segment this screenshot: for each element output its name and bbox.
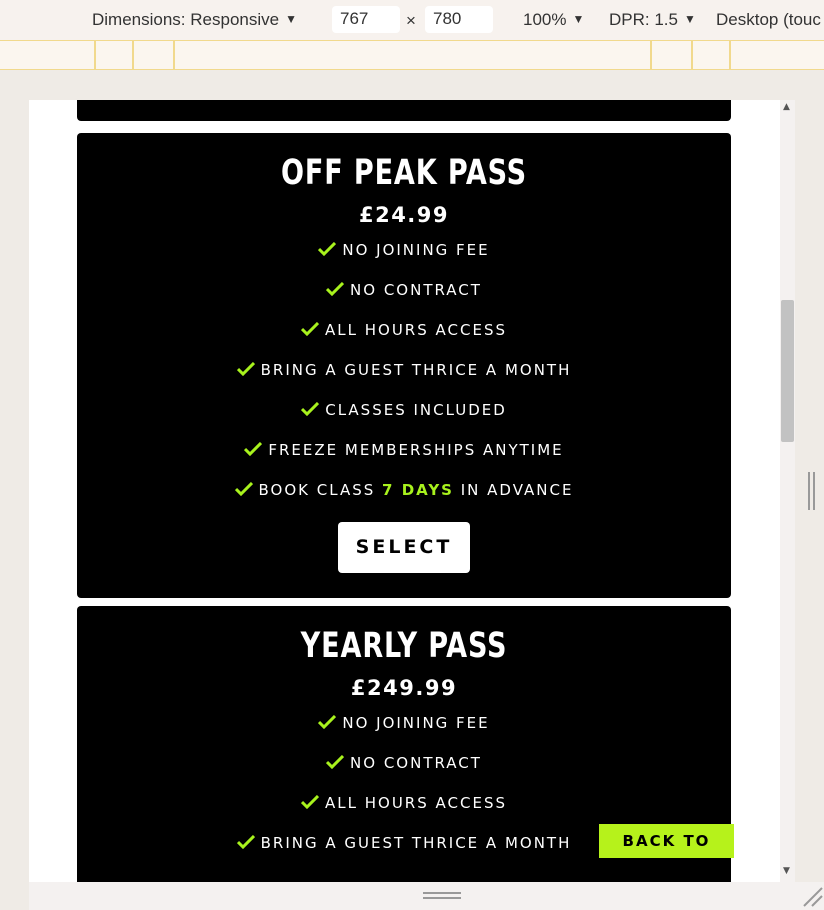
check-icon (326, 282, 345, 296)
feature-list: NO JOINING FEE NO CONTRACT ALL HOURS ACC… (77, 230, 731, 510)
feature-text: BOOK CLASS (258, 481, 383, 499)
ruler-tick (650, 41, 652, 69)
width-input[interactable]: 767 (332, 6, 400, 33)
check-icon (301, 322, 319, 336)
feature-text: BRING A GUEST THRICE A MONTH (260, 834, 572, 852)
height-input[interactable]: 780 (425, 6, 493, 33)
card-price: £249.99 (350, 676, 458, 700)
dpr-dropdown[interactable]: DPR: 1.5 ▼ (609, 10, 696, 30)
feature-text: NO JOINING FEE (342, 241, 490, 259)
scroll-down-arrow-icon[interactable]: ▼ (783, 866, 790, 876)
scrollbar-thumb[interactable] (781, 300, 794, 442)
feature-text: NO JOINING FEE (342, 714, 490, 732)
feature-item: ALL HOURS ACCESS (77, 310, 731, 350)
card-title: OFF PEAK PASS (280, 153, 528, 193)
check-icon (301, 402, 320, 416)
media-query-ruler[interactable] (0, 40, 824, 70)
feature-text: CLASSES INCLUDED (325, 401, 507, 419)
check-icon (244, 442, 263, 456)
check-icon (318, 242, 337, 256)
zoom-label: 100% (523, 10, 567, 29)
resize-handle-right[interactable] (813, 472, 815, 510)
chevron-down-icon: ▼ (572, 12, 585, 26)
feature-text: ALL HOURS ACCESS (325, 794, 507, 812)
resize-handle-bottom[interactable] (423, 892, 461, 894)
check-icon (318, 715, 337, 729)
dimensions-dropdown[interactable]: Dimensions: Responsive ▼ (92, 10, 297, 30)
device-mode-dropdown[interactable]: Desktop (touc (716, 10, 821, 30)
feature-item: NO CONTRACT (77, 743, 731, 783)
scroll-up-arrow-icon[interactable]: ▲ (783, 102, 790, 112)
card-title: YEARLY PASS (300, 626, 508, 666)
feature-item: BRING A GUEST THRICE A MONTH (77, 350, 731, 390)
feature-text: IN ADVANCE (453, 481, 574, 499)
chevron-down-icon: ▼ (285, 12, 297, 26)
feature-text: BRING A GUEST THRICE A MONTH (260, 361, 572, 379)
dimensions-label: Dimensions: Responsive (92, 10, 280, 29)
zoom-dropdown[interactable]: 100% ▼ (523, 10, 584, 30)
ruler-tick (94, 41, 96, 69)
feature-text: NO CONTRACT (350, 281, 482, 299)
check-icon (234, 482, 253, 496)
card-price: £24.99 (358, 203, 450, 227)
previous-card-bottom (77, 100, 731, 121)
ruler-tick (132, 41, 134, 69)
feature-text: FREEZE MEMBERSHIPS ANYTIME (268, 441, 564, 459)
resize-handle-right[interactable] (808, 472, 810, 510)
feature-item: NO JOINING FEE (77, 703, 731, 743)
chevron-down-icon: ▼ (683, 12, 696, 26)
check-icon (301, 795, 319, 809)
feature-item: BOOK CLASS 7 DAYS IN ADVANCE (77, 470, 731, 510)
feature-item: ALL HOURS ACCESS (77, 783, 731, 823)
check-icon (236, 835, 255, 849)
feature-item: FREEZE MEMBERSHIPS ANYTIME (77, 430, 731, 470)
dpr-label: DPR: 1.5 (609, 10, 678, 29)
bottom-resize-bar (29, 882, 824, 910)
feature-item: NO JOINING FEE (77, 230, 731, 270)
feature-text: ALL HOURS ACCESS (325, 321, 507, 339)
select-button[interactable]: SELECT (338, 522, 470, 573)
ruler-tick (173, 41, 175, 69)
feature-item: CLASSES INCLUDED (77, 390, 731, 430)
viewport-scrollbar[interactable]: ▲ ▼ (780, 100, 795, 882)
check-icon (236, 362, 255, 376)
back-to-top-button[interactable]: BACK TO TOP (599, 824, 734, 882)
off-peak-pass-card: OFF PEAK PASS £24.99 NO JOINING FEE NO C… (77, 133, 731, 598)
feature-text: NO CONTRACT (350, 754, 482, 772)
feature-highlight: 7 DAYS (382, 481, 454, 499)
ruler-tick (691, 41, 693, 69)
check-icon (326, 755, 345, 769)
dimension-separator: × (406, 11, 416, 30)
resize-corner-icon[interactable] (800, 884, 824, 908)
feature-item: NO CONTRACT (77, 270, 731, 310)
resize-handle-bottom[interactable] (423, 897, 461, 899)
ruler-tick (729, 41, 731, 69)
devtools-toolbar: Dimensions: Responsive ▼ 767 × 780 100% ▼ … (0, 0, 824, 40)
page-viewport: OFF PEAK PASS £24.99 NO JOINING FEE NO C… (29, 100, 795, 882)
